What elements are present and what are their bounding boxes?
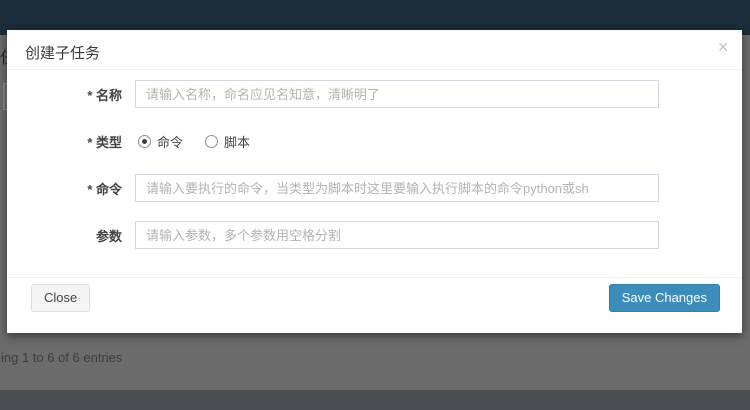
radio-option-command[interactable]: 命令 [138,132,183,151]
save-changes-button[interactable]: Save Changes [609,284,720,312]
close-button[interactable]: Close [31,284,90,312]
form-row-params: 参数 [7,221,742,249]
radio-selected-icon[interactable] [138,135,151,148]
command-input[interactable] [135,174,659,202]
command-label: * 命令 [7,179,135,198]
form-row-command: * 命令 [7,174,742,202]
radio-label-command: 命令 [157,132,183,151]
modal-header: 创建子任务 ✕ [7,30,742,70]
modal-footer: Close Save Changes [7,277,742,333]
form-row-name: * 名称 [7,80,742,108]
modal-body: * 名称 * 类型 命令 脚本 * 命令 [7,70,742,249]
type-radio-group: 命令 脚本 [135,132,250,151]
radio-label-script: 脚本 [224,132,250,151]
close-icon[interactable]: ✕ [717,40,729,54]
type-label: * 类型 [7,132,135,151]
params-input[interactable] [135,221,659,249]
bottom-footer-bar [0,390,750,410]
modal-title: 创建子任务 [25,45,100,62]
background-partial-heading: 任务 [0,44,7,66]
radio-unselected-icon[interactable] [205,135,218,148]
radio-option-script[interactable]: 脚本 [205,132,250,151]
name-label: * 名称 [7,85,135,104]
screen: 任务 ing 1 to 6 of 6 entries 创建子任务 ✕ * 名称 … [0,0,750,410]
name-input[interactable] [135,80,659,108]
create-subtask-modal: 创建子任务 ✕ * 名称 * 类型 命令 脚本 [7,30,742,333]
form-row-type: * 类型 命令 脚本 [7,127,742,155]
table-entries-info: ing 1 to 6 of 6 entries [1,350,122,365]
params-label: 参数 [7,226,135,245]
